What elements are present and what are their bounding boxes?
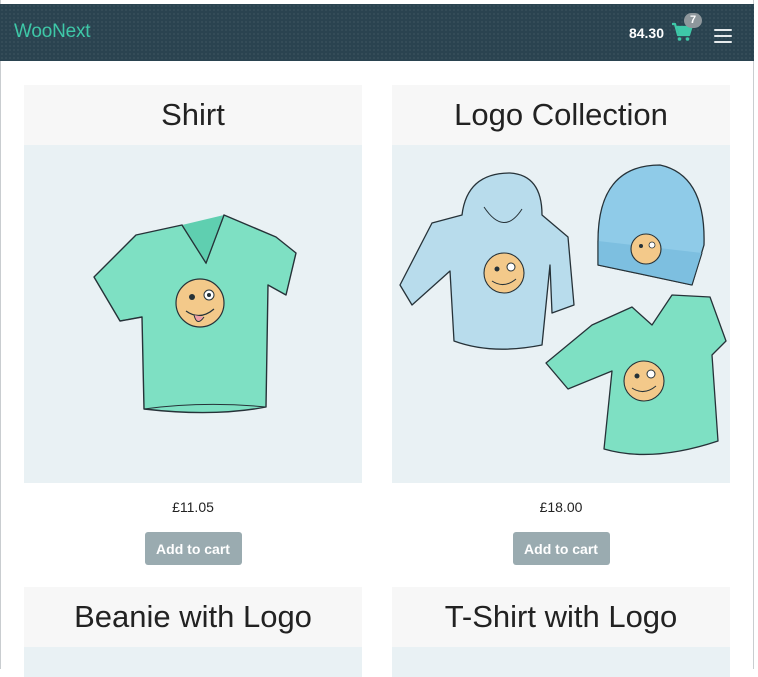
- product-card: Shirt £11.05 Add to cart: [24, 85, 362, 565]
- product-card: Beanie with Logo: [24, 587, 362, 677]
- product-title[interactable]: Logo Collection: [392, 85, 730, 145]
- add-to-cart-button[interactable]: Add to cart: [512, 532, 610, 565]
- product-image-logo-collection[interactable]: [392, 145, 730, 483]
- logo-collection-illustration: [392, 145, 730, 483]
- cart-total[interactable]: 84.30: [629, 25, 664, 41]
- product-image-tshirt[interactable]: [392, 647, 730, 677]
- product-price: £18.00: [539, 499, 583, 515]
- shirt-illustration: [24, 145, 362, 483]
- product-title[interactable]: Shirt: [24, 85, 362, 145]
- cart-count-badge: 7: [684, 13, 702, 28]
- product-image-shirt[interactable]: [24, 145, 362, 483]
- brand-logo[interactable]: WooNext: [14, 21, 91, 43]
- product-image-beanie[interactable]: [24, 647, 362, 677]
- product-card: Logo Collection £18.00 Add to cart: [392, 85, 730, 565]
- product-card: T-Shirt with Logo: [392, 587, 730, 677]
- navbar: WooNext 84.30 7: [0, 4, 754, 61]
- product-price: £11.05: [172, 499, 214, 515]
- product-title[interactable]: T-Shirt with Logo: [392, 587, 730, 647]
- product-title[interactable]: Beanie with Logo: [24, 587, 362, 647]
- hamburger-menu-icon[interactable]: [714, 29, 732, 43]
- add-to-cart-button[interactable]: Add to cart: [144, 532, 242, 565]
